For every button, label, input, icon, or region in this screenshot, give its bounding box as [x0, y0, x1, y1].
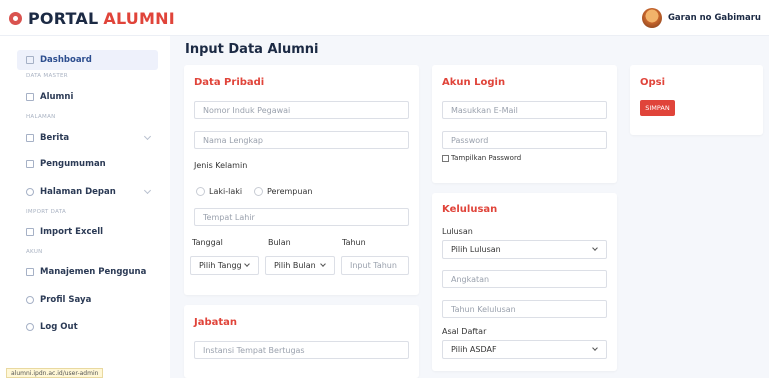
page-title: Input Data Alumni — [185, 42, 319, 57]
radio-label: Laki-laki — [209, 187, 243, 196]
card-akun-login: Akun Login Masukkan E-Mail Password Tamp… — [432, 65, 617, 183]
logo-icon — [9, 12, 22, 25]
jenis-kelamin-label: Jenis Kelamin — [194, 161, 248, 170]
sidebar: Dashboard DATA MASTER Alumni HALAMAN Ber… — [0, 36, 170, 378]
checkbox-icon — [442, 154, 449, 162]
chevron-down-icon — [320, 261, 326, 267]
radio-circle-icon — [254, 187, 263, 196]
card-kelulusan: Kelulusan Lulusan Pilih Lulusan Angkatan… — [432, 193, 617, 371]
lulusan-select[interactable]: Pilih Lulusan — [442, 240, 607, 259]
angkatan-field[interactable]: Angkatan — [442, 270, 607, 288]
card-data-pribadi: Data Pribadi Nomor Induk Pegawai Nama Le… — [184, 65, 419, 295]
chevron-down-icon — [592, 345, 598, 351]
tanggal-select-value: Pilih Tangg — [199, 261, 242, 270]
chevron-down-icon — [244, 261, 250, 267]
tahun-field[interactable]: Input Tahun — [341, 256, 409, 275]
checkbox-label: Tampilkan Password — [451, 154, 522, 162]
user-menu[interactable]: Garan no Gabimaru — [641, 8, 761, 28]
logo-alumni-text: ALUMNI — [103, 9, 175, 28]
section-data-master: DATA MASTER — [26, 73, 68, 79]
tahun-label: Tahun — [342, 238, 366, 247]
bulan-select-value: Pilih Bulan — [274, 261, 316, 270]
logout-icon — [26, 323, 34, 331]
sidebar-item-label: Manajemen Pengguna — [40, 267, 147, 277]
sidebar-item-log-out[interactable]: Log Out — [17, 317, 158, 337]
chevron-down-icon — [592, 245, 598, 251]
instansi-field[interactable]: Instansi Tempat Bertugas — [194, 341, 409, 359]
radio-perempuan[interactable]: Perempuan — [254, 187, 312, 196]
section-import-data: IMPORT DATA — [26, 209, 67, 215]
users-icon — [26, 268, 34, 276]
show-password-checkbox[interactable]: Tampilkan Password — [442, 154, 521, 162]
announcement-icon — [26, 160, 34, 168]
card-title-data-pribadi: Data Pribadi — [194, 77, 265, 88]
radio-label: Perempuan — [267, 187, 313, 196]
sidebar-item-label: Berita — [40, 133, 70, 143]
section-akun: AKUN — [26, 249, 43, 255]
sidebar-item-label: Import Excell — [40, 227, 104, 237]
sidebar-item-label: Dashboard — [40, 55, 92, 65]
sidebar-item-profil-saya[interactable]: Profil Saya — [17, 290, 158, 310]
tanggal-select[interactable]: Pilih Tangg — [190, 256, 259, 275]
avatar[interactable] — [641, 8, 662, 28]
tanggal-label: Tanggal — [192, 238, 223, 247]
top-header: PORTAL ALUMNI Garan no Gabimaru — [0, 0, 769, 36]
nip-field[interactable]: Nomor Induk Pegawai — [194, 101, 409, 119]
sidebar-item-dashboard[interactable]: Dashboard — [17, 50, 158, 70]
asal-daftar-select[interactable]: Pilih ASDAF — [442, 340, 607, 359]
sidebar-item-pengumuman[interactable]: Pengumuman — [17, 154, 158, 174]
bulan-select[interactable]: Pilih Bulan — [265, 256, 335, 275]
sidebar-item-halaman-depan[interactable]: Halaman Depan — [17, 182, 158, 202]
card-opsi: Opsi SIMPAN — [630, 65, 763, 135]
radio-laki-laki[interactable]: Laki-laki — [196, 187, 242, 196]
sidebar-item-label: Log Out — [40, 322, 78, 332]
lulusan-select-value: Pilih Lulusan — [451, 245, 501, 254]
email-field[interactable]: Masukkan E-Mail — [442, 101, 607, 119]
asal-daftar-select-value: Pilih ASDAF — [451, 345, 497, 354]
sidebar-item-manajemen-pengguna[interactable]: Manajemen Pengguna — [17, 262, 158, 282]
password-field[interactable]: Password — [442, 131, 607, 149]
simpan-button[interactable]: SIMPAN — [640, 100, 675, 116]
sidebar-item-alumni[interactable]: Alumni — [17, 87, 158, 107]
logo-text: PORTAL ALUMNI — [28, 9, 175, 28]
lulusan-label: Lulusan — [442, 227, 473, 236]
radio-circle-icon — [196, 187, 205, 196]
portal-logo[interactable]: PORTAL ALUMNI — [9, 9, 175, 28]
status-url: alumni.ipdn.ac.id/user-admin — [6, 368, 104, 378]
upload-icon — [26, 228, 34, 236]
nama-lengkap-field[interactable]: Nama Lengkap — [194, 131, 409, 149]
user-icon — [26, 296, 34, 304]
tempat-lahir-field[interactable]: Tempat Lahir — [194, 208, 409, 226]
asal-daftar-label: Asal Daftar — [442, 327, 487, 336]
username[interactable]: Garan no Gabimaru — [668, 13, 761, 23]
card-title-akun-login: Akun Login — [442, 77, 506, 88]
sidebar-item-label: Profil Saya — [40, 295, 92, 305]
sidebar-item-berita[interactable]: Berita — [17, 128, 158, 148]
sidebar-item-import-excell[interactable]: Import Excell — [17, 222, 158, 242]
card-title-kelulusan: Kelulusan — [442, 204, 498, 215]
chevron-down-icon — [143, 186, 152, 195]
card-title-opsi: Opsi — [640, 77, 666, 88]
sidebar-item-label: Pengumuman — [40, 159, 106, 169]
globe-icon — [26, 188, 34, 196]
tahun-kelulusan-field[interactable]: Tahun Kelulusan — [442, 300, 607, 318]
chevron-down-icon — [143, 132, 152, 141]
newspaper-icon — [26, 134, 34, 142]
list-icon — [26, 93, 34, 101]
card-jabatan: Jabatan Instansi Tempat Bertugas — [184, 305, 419, 378]
sidebar-item-label: Halaman Depan — [40, 187, 116, 197]
sidebar-item-label: Alumni — [40, 92, 74, 102]
bulan-label: Bulan — [268, 238, 291, 247]
grid-icon — [26, 56, 34, 64]
section-halaman: HALAMAN — [26, 114, 56, 120]
logo-portal-text: PORTAL — [28, 9, 99, 28]
card-title-jabatan: Jabatan — [194, 317, 238, 328]
